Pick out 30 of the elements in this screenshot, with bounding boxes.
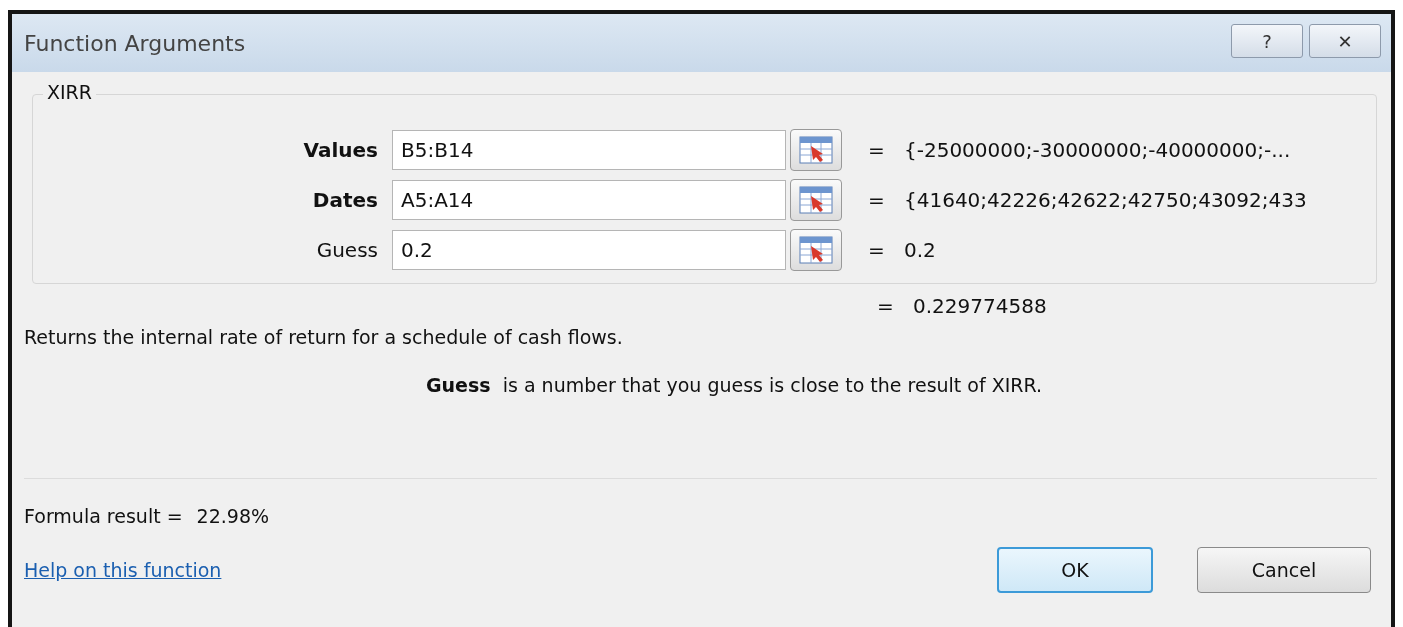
cell-reference-icon [799,136,833,164]
argument-value: {-25000000;-30000000;-40000000;-... [904,138,1291,162]
ok-button[interactable]: OK [997,547,1153,593]
function-result: 0.229774588 [913,294,1047,318]
function-description: Returns the internal rate of return for a schedule of cash flows. [24,326,624,348]
formula-result-value: 22.98% [196,505,270,527]
collapse-dialog-button[interactable] [790,129,842,171]
equals-sign: = [868,138,886,162]
collapse-dialog-button[interactable] [790,179,842,221]
argument-label: Values [302,138,379,162]
cancel-button[interactable]: Cancel [1197,547,1371,593]
equals-sign: = [868,238,886,262]
argument-value: 0.2 [904,238,936,262]
collapse-dialog-button[interactable] [790,229,842,271]
argument-label: Guess [315,238,379,262]
argument-field[interactable]: A5:A14 [392,180,786,220]
argument-label: Dates [311,188,379,212]
cell-reference-icon [799,236,833,264]
argument-field[interactable]: B5:B14 [392,130,786,170]
argument-field[interactable]: 0.2 [392,230,786,270]
equals-sign: = [877,294,895,318]
argument-description: Guess is a number that you guess is close to the result of XIRR. [426,374,1044,396]
cell-reference-icon [799,186,833,214]
equals-sign: = [868,188,886,212]
window-title: Function Arguments [24,30,246,56]
formula-result-label: Formula result = [24,505,183,527]
argument-value: {41640;42226;42622;42750;43092;433 [904,188,1307,212]
help-button[interactable]: ? [1231,24,1303,58]
help-link[interactable]: Help on this function [24,559,222,581]
close-button[interactable]: ✕ [1309,24,1381,58]
